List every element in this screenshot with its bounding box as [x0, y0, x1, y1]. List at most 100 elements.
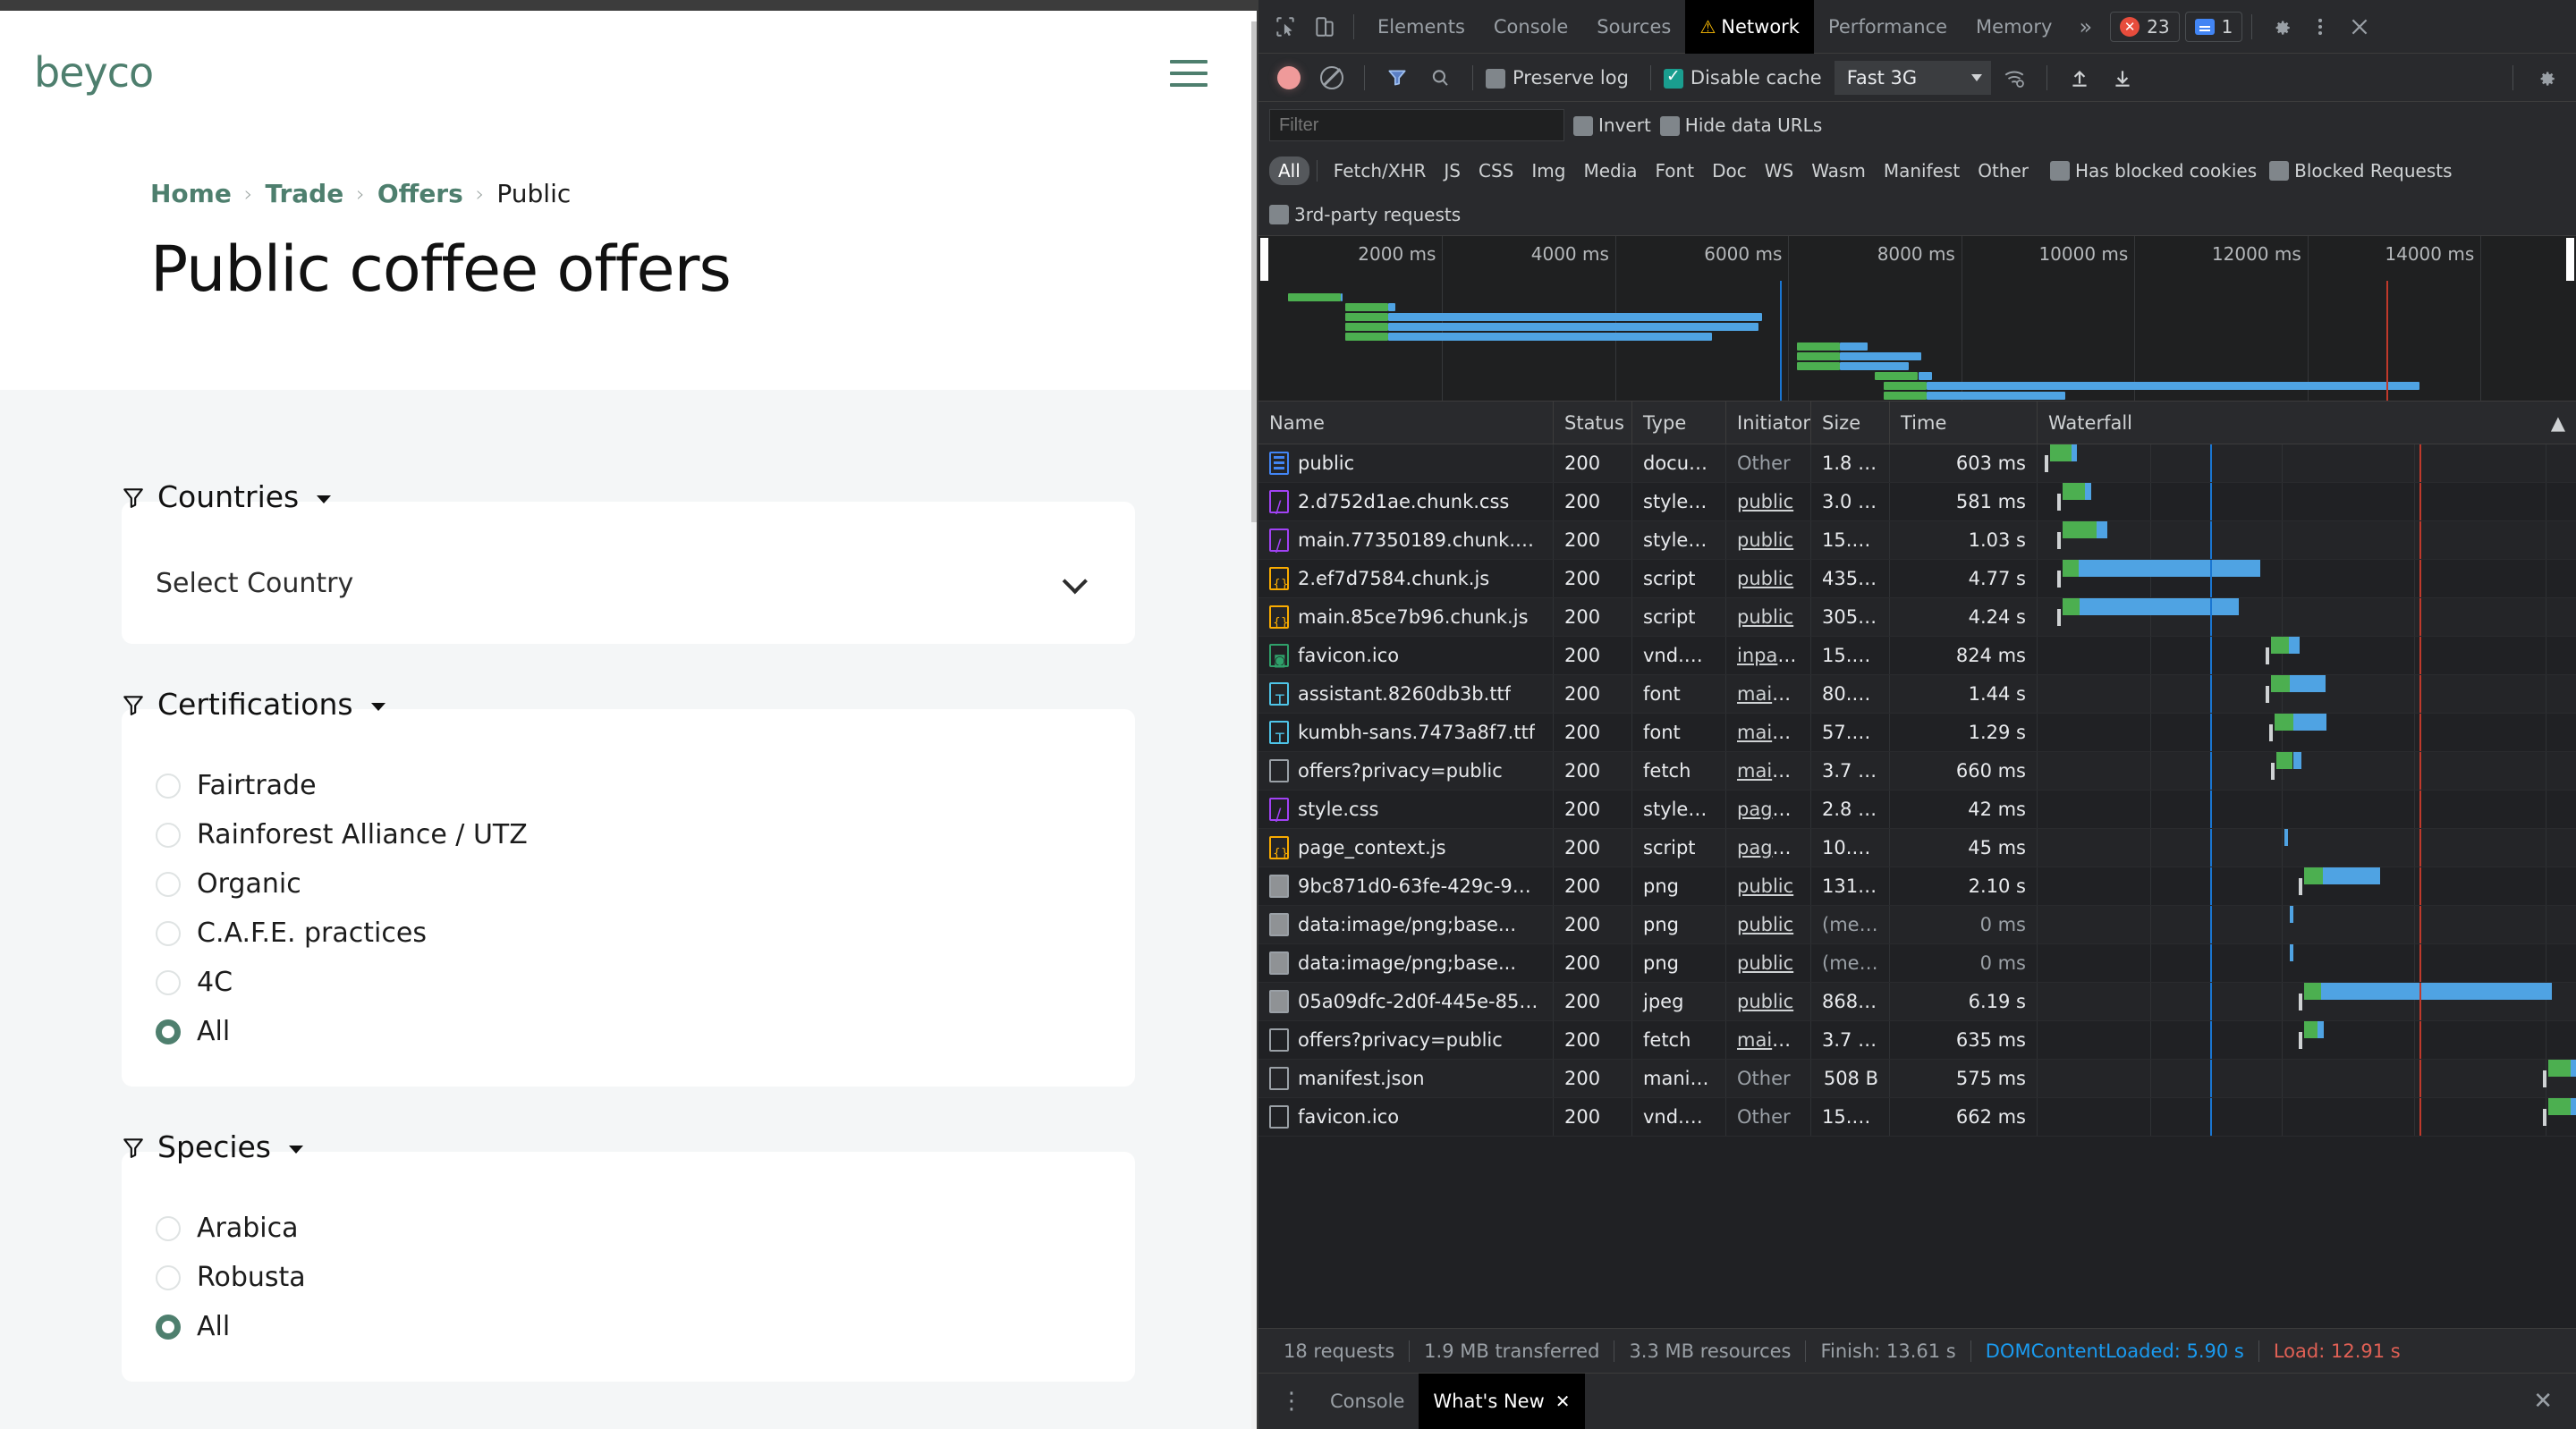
type-chip-all[interactable]: All: [1269, 156, 1309, 185]
table-row[interactable]: 2.d752d1ae.chunk.css 200stylesheetpublic3…: [1258, 483, 2576, 521]
request-initiator[interactable]: main....: [1726, 675, 1811, 713]
table-row[interactable]: main.77350189.chunk.css 200stylesheetpubl…: [1258, 521, 2576, 560]
has-blocked-cookies-checkbox[interactable]: Has blocked cookies: [2050, 160, 2257, 182]
type-chip-manifest[interactable]: Manifest: [1875, 156, 1969, 185]
drawer-tab-whats-new[interactable]: What's New ✕: [1419, 1374, 1585, 1429]
request-initiator[interactable]: inpag...: [1726, 637, 1811, 674]
type-chip-fetch-xhr[interactable]: Fetch/XHR: [1325, 156, 1436, 185]
radio-option-robusta[interactable]: Robusta: [156, 1253, 1101, 1302]
table-row[interactable]: 9bc871d0-63fe-429c-929f-49a1bf... 200pngp…: [1258, 867, 2576, 906]
more-tabs-icon[interactable]: »: [2066, 14, 2105, 39]
table-row[interactable]: data:image/png;base... 200 png public (mem..…: [1258, 944, 2576, 983]
country-select[interactable]: Select Country: [156, 554, 1101, 613]
close-devtools-icon[interactable]: [2340, 7, 2379, 47]
type-chip-doc[interactable]: Doc: [1703, 156, 1756, 185]
radio-option-all-certifications[interactable]: All: [156, 1007, 1101, 1056]
drawer-tab-console[interactable]: Console: [1316, 1374, 1419, 1429]
filter-header-countries[interactable]: Countries: [122, 479, 1135, 514]
blocked-requests-checkbox[interactable]: Blocked Requests: [2269, 160, 2453, 182]
type-chip-other[interactable]: Other: [1969, 156, 2038, 185]
column-header-type[interactable]: Type: [1632, 402, 1726, 444]
hide-data-urls-checkbox[interactable]: Hide data URLs: [1659, 114, 1822, 136]
radio-option-organic[interactable]: Organic: [156, 859, 1101, 909]
gear-icon[interactable]: [2261, 7, 2301, 47]
table-row[interactable]: manifest.json 200 manifest Other 508 B 575 ms: [1258, 1060, 2576, 1098]
type-chip-js[interactable]: JS: [1435, 156, 1470, 185]
more-vertical-icon[interactable]: ⋮: [1267, 1390, 1316, 1413]
close-drawer-icon[interactable]: ✕: [2519, 1388, 2567, 1415]
table-row[interactable]: offers?privacy=public 200 fetch main.... 3.7…: [1258, 752, 2576, 791]
filter-header-process[interactable]: Process: [122, 1425, 1135, 1429]
network-settings-gear-icon[interactable]: [2526, 58, 2565, 97]
table-row[interactable]: main.85ce7b96.chunk.js 200scriptpublic305…: [1258, 598, 2576, 637]
third-party-requests-checkbox[interactable]: 3rd-party requests: [1269, 204, 1461, 225]
record-button[interactable]: [1269, 58, 1309, 97]
request-initiator[interactable]: public: [1726, 944, 1811, 982]
request-initiator[interactable]: main....: [1726, 752, 1811, 790]
overview-right-handle[interactable]: [2566, 238, 2574, 281]
export-har-icon[interactable]: [2103, 58, 2142, 97]
type-chip-css[interactable]: CSS: [1470, 156, 1522, 185]
type-chip-media[interactable]: Media: [1574, 156, 1646, 185]
table-row[interactable]: kumbh-sans.7473a8f7.ttf 200fontmain....57…: [1258, 714, 2576, 752]
request-initiator[interactable]: public: [1726, 521, 1811, 559]
throttling-select[interactable]: Fast 3G: [1834, 60, 1991, 95]
table-row[interactable]: 05a09dfc-2d0f-445e-8524-09ea4a... 200jpeg…: [1258, 983, 2576, 1021]
close-icon[interactable]: ✕: [1555, 1391, 1571, 1412]
radio-option-rainforest[interactable]: Rainforest Alliance / UTZ: [156, 810, 1101, 859]
table-row[interactable]: favicon.ico 200vnd.mic...inpag...15.3 kB8…: [1258, 637, 2576, 675]
table-row[interactable]: favicon.ico 200vnd.mic...Other15.3 kB662 …: [1258, 1098, 2576, 1137]
filter-header-species[interactable]: Species: [122, 1129, 1135, 1164]
chevron-down-icon[interactable]: [289, 1146, 304, 1154]
table-row[interactable]: style.css 200stylesheetpage.j...2.8 kB42 …: [1258, 791, 2576, 829]
chevron-down-icon[interactable]: [317, 495, 332, 503]
filter-input[interactable]: [1269, 109, 1564, 141]
tab-console[interactable]: Console: [1479, 0, 1582, 54]
table-row[interactable]: offers?privacy=public 200 fetch main.... 3.7…: [1258, 1021, 2576, 1060]
radio-option-arabica[interactable]: Arabica: [156, 1204, 1101, 1253]
column-header-initiator[interactable]: Initiator: [1726, 402, 1811, 444]
breadcrumb-item-home[interactable]: Home: [150, 179, 232, 208]
table-row[interactable]: 2.ef7d7584.chunk.js 200scriptpublic435 kB…: [1258, 560, 2576, 598]
search-icon[interactable]: [1420, 58, 1460, 97]
request-initiator[interactable]: public: [1726, 598, 1811, 636]
tab-performance[interactable]: Performance: [1814, 0, 1962, 54]
request-initiator[interactable]: public: [1726, 867, 1811, 905]
import-har-icon[interactable]: [2060, 58, 2099, 97]
overview-left-handle[interactable]: [1260, 238, 1268, 281]
page-scrollbar[interactable]: [1251, 21, 1257, 1429]
type-chip-img[interactable]: Img: [1522, 156, 1574, 185]
hamburger-menu-icon[interactable]: [1170, 60, 1208, 87]
table-row[interactable]: public 200documentOther1.8 kB603 ms: [1258, 444, 2576, 483]
request-initiator[interactable]: public: [1726, 906, 1811, 943]
filter-header-certifications[interactable]: Certifications: [122, 687, 1135, 722]
request-initiator[interactable]: page.j...: [1726, 829, 1811, 867]
network-overview-chart[interactable]: 2000 ms 4000 ms 6000 ms 8000 ms 10000 ms 1200…: [1258, 236, 2576, 402]
type-chip-ws[interactable]: WS: [1756, 156, 1802, 185]
table-row[interactable]: assistant.8260db3b.ttf 200fontmain....80.…: [1258, 675, 2576, 714]
preserve-log-checkbox[interactable]: Preserve log: [1486, 67, 1638, 89]
table-row[interactable]: data:image/png;base... 200 png public (mem..…: [1258, 906, 2576, 944]
column-header-name[interactable]: Name: [1258, 402, 1554, 444]
column-header-time[interactable]: Time: [1890, 402, 2038, 444]
request-initiator[interactable]: public: [1726, 560, 1811, 597]
beyco-logo[interactable]: beyco: [34, 48, 154, 97]
invert-checkbox[interactable]: Invert: [1573, 114, 1651, 136]
tab-memory[interactable]: Memory: [1962, 0, 2066, 54]
tab-network[interactable]: ⚠ Network: [1685, 0, 1814, 54]
message-count-badge[interactable]: 1: [2184, 11, 2243, 42]
column-header-size[interactable]: Size: [1811, 402, 1890, 444]
type-chip-font[interactable]: Font: [1647, 156, 1704, 185]
breadcrumb-item-trade[interactable]: Trade: [265, 179, 343, 208]
inspect-element-icon[interactable]: [1266, 7, 1305, 47]
radio-option-fairtrade[interactable]: Fairtrade: [156, 761, 1101, 810]
request-initiator[interactable]: main....: [1726, 1021, 1811, 1059]
type-chip-wasm[interactable]: Wasm: [1802, 156, 1875, 185]
funnel-icon[interactable]: [1377, 58, 1417, 97]
column-header-status[interactable]: Status: [1554, 402, 1632, 444]
page-scrollbar-thumb[interactable]: [1251, 21, 1257, 522]
sort-indicator-icon[interactable]: ▲: [2551, 402, 2565, 444]
breadcrumb-item-offers[interactable]: Offers: [377, 179, 463, 208]
request-initiator[interactable]: public: [1726, 983, 1811, 1020]
request-initiator[interactable]: page.j...: [1726, 791, 1811, 828]
